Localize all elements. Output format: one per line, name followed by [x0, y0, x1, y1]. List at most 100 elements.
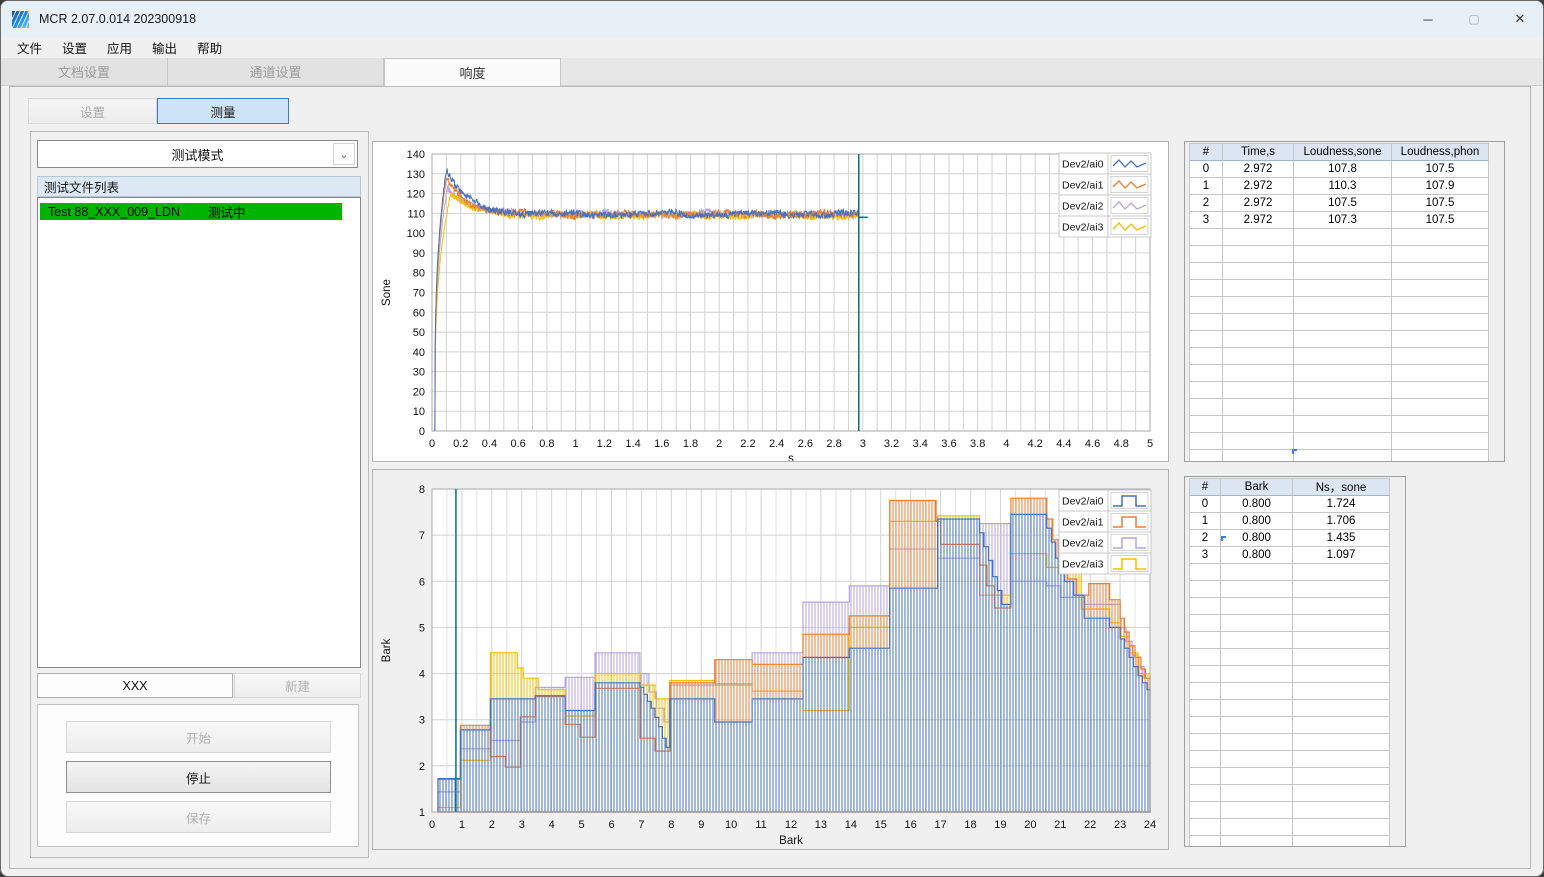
table-row[interactable]	[1189, 819, 1390, 836]
table-cell	[1189, 598, 1221, 615]
svg-text:2.4: 2.4	[769, 438, 784, 450]
menu-item-1[interactable]: 设置	[55, 36, 94, 59]
svg-text:0: 0	[419, 426, 425, 438]
subtab-measure[interactable]: 测量	[157, 98, 289, 124]
table-row[interactable]	[1189, 785, 1390, 802]
table-row[interactable]	[1189, 683, 1390, 700]
stop-button[interactable]: 停止	[66, 761, 331, 793]
table-row[interactable]	[1189, 632, 1390, 649]
column-header: Loudness,sone	[1294, 143, 1392, 161]
table-cell: 110.3	[1294, 178, 1392, 195]
table-row[interactable]	[1189, 399, 1489, 416]
save-button[interactable]: 保存	[66, 801, 331, 833]
menu-bar: 文件 设置 应用 输出 帮助	[1, 37, 1543, 58]
maximize-button[interactable]: ▢	[1451, 1, 1497, 37]
loudness-time-chart[interactable]: 0 10 20 30 40 50 60 70 80 90 100 110 120 130 140 0 0.2 0.…	[373, 142, 1168, 465]
menu-item-0[interactable]: 文件	[10, 36, 49, 59]
table-row[interactable]	[1189, 246, 1489, 263]
table-row[interactable]	[1189, 717, 1390, 734]
subtab-settings[interactable]: 设置	[28, 98, 157, 124]
table-row[interactable]	[1189, 348, 1489, 365]
new-button[interactable]: 新建	[234, 673, 361, 698]
table-row[interactable]	[1189, 802, 1390, 819]
table-row[interactable]: 0 2.972 107.8 107.5	[1189, 161, 1489, 178]
table-row[interactable]: 1 0.800 1.706	[1189, 513, 1390, 530]
table-row[interactable]: 3 2.972 107.3 107.5	[1189, 212, 1489, 229]
table-row[interactable]: 1 2.972 110.3 107.9	[1189, 178, 1489, 195]
minimize-button[interactable]: ─	[1405, 1, 1451, 37]
table-row[interactable]	[1189, 700, 1390, 717]
list-item[interactable]: Test 88_XXX_009_LDN 测试中	[40, 203, 342, 220]
svg-text:5: 5	[579, 819, 585, 831]
table-row[interactable]	[1189, 649, 1390, 666]
table-row[interactable]: 2 0.800 1.435	[1189, 530, 1390, 547]
table-cell	[1189, 649, 1221, 666]
svg-text:0.6: 0.6	[511, 438, 526, 450]
table-cell	[1294, 229, 1392, 246]
table-cell	[1189, 819, 1221, 836]
table-row[interactable]	[1189, 751, 1390, 768]
start-button[interactable]: 开始	[66, 721, 331, 753]
svg-text:4: 4	[549, 819, 555, 831]
table-row[interactable]	[1189, 433, 1489, 450]
table-cell	[1223, 280, 1294, 297]
table-row[interactable]	[1189, 581, 1390, 598]
test-file-name: Test 88_XXX_009_LDN	[48, 204, 181, 219]
xxx-button[interactable]: XXX	[37, 673, 233, 698]
svg-text:1: 1	[419, 807, 425, 819]
test-mode-select[interactable]: 测试模式 ⌄	[37, 140, 358, 168]
chevron-down-icon[interactable]: ⌄	[333, 143, 355, 165]
tab-2[interactable]: 响度	[384, 58, 561, 86]
table-row[interactable]	[1189, 229, 1489, 246]
test-file-listbox[interactable]: Test 88_XXX_009_LDN 测试中	[37, 197, 361, 668]
table-row[interactable]: 3 0.800 1.097	[1189, 547, 1390, 564]
table-row[interactable]	[1189, 598, 1390, 615]
table-cell: 2.972	[1223, 212, 1294, 229]
table-cell	[1221, 751, 1293, 768]
svg-text:Sone: Sone	[381, 279, 393, 306]
table-cell	[1221, 632, 1293, 649]
svg-text:40: 40	[413, 347, 425, 359]
table-row[interactable]	[1189, 297, 1489, 314]
table-row[interactable]: 2 2.972 107.5 107.5	[1189, 195, 1489, 212]
menu-item-4[interactable]: 帮助	[190, 36, 229, 59]
table-row[interactable]	[1189, 314, 1489, 331]
table-row[interactable]	[1189, 734, 1390, 751]
svg-text:4.6: 4.6	[1085, 438, 1100, 450]
tab-0[interactable]: 文档设置	[1, 58, 168, 85]
table-row[interactable]	[1189, 331, 1489, 348]
column-header: Time,s	[1223, 143, 1294, 161]
table-cell	[1221, 717, 1293, 734]
table-row[interactable]	[1189, 615, 1390, 632]
specific-loudness-chart[interactable]: 123456780 1 2 3 4 5 6 7 8 9 10 11 12 13 14 15 16 17 18 19 20…	[373, 470, 1168, 849]
svg-text:11: 11	[755, 819, 766, 831]
table-cell	[1293, 717, 1390, 734]
table-cell	[1392, 450, 1489, 461]
table-row[interactable]: 0 0.800 1.724	[1189, 496, 1390, 513]
table-row[interactable]	[1189, 416, 1489, 433]
table-row[interactable]	[1189, 382, 1489, 399]
tab-1[interactable]: 通道设置	[168, 58, 384, 85]
table-cell	[1392, 331, 1489, 348]
menu-item-3[interactable]: 输出	[145, 36, 184, 59]
table-cell	[1223, 246, 1294, 263]
table-row[interactable]	[1189, 263, 1489, 280]
table-cell	[1294, 416, 1392, 433]
table-cell	[1293, 598, 1390, 615]
table-row[interactable]	[1189, 564, 1390, 581]
table-row[interactable]	[1189, 365, 1489, 382]
tab-strip: 文档设置 通道设置 响度	[1, 58, 1543, 86]
table-cell: 0.800	[1221, 547, 1293, 564]
table-row[interactable]	[1189, 450, 1489, 461]
menu-item-2[interactable]: 应用	[100, 36, 139, 59]
table-row[interactable]	[1189, 768, 1390, 785]
table-cell	[1221, 734, 1293, 751]
svg-text:4: 4	[419, 669, 425, 681]
table-row[interactable]	[1189, 280, 1489, 297]
table-cell	[1189, 768, 1221, 785]
table-row[interactable]	[1189, 836, 1390, 846]
table-cell: 2.972	[1223, 178, 1294, 195]
svg-text:3.6: 3.6	[941, 438, 956, 450]
close-button[interactable]: ✕	[1497, 1, 1543, 37]
table-row[interactable]	[1189, 666, 1390, 683]
